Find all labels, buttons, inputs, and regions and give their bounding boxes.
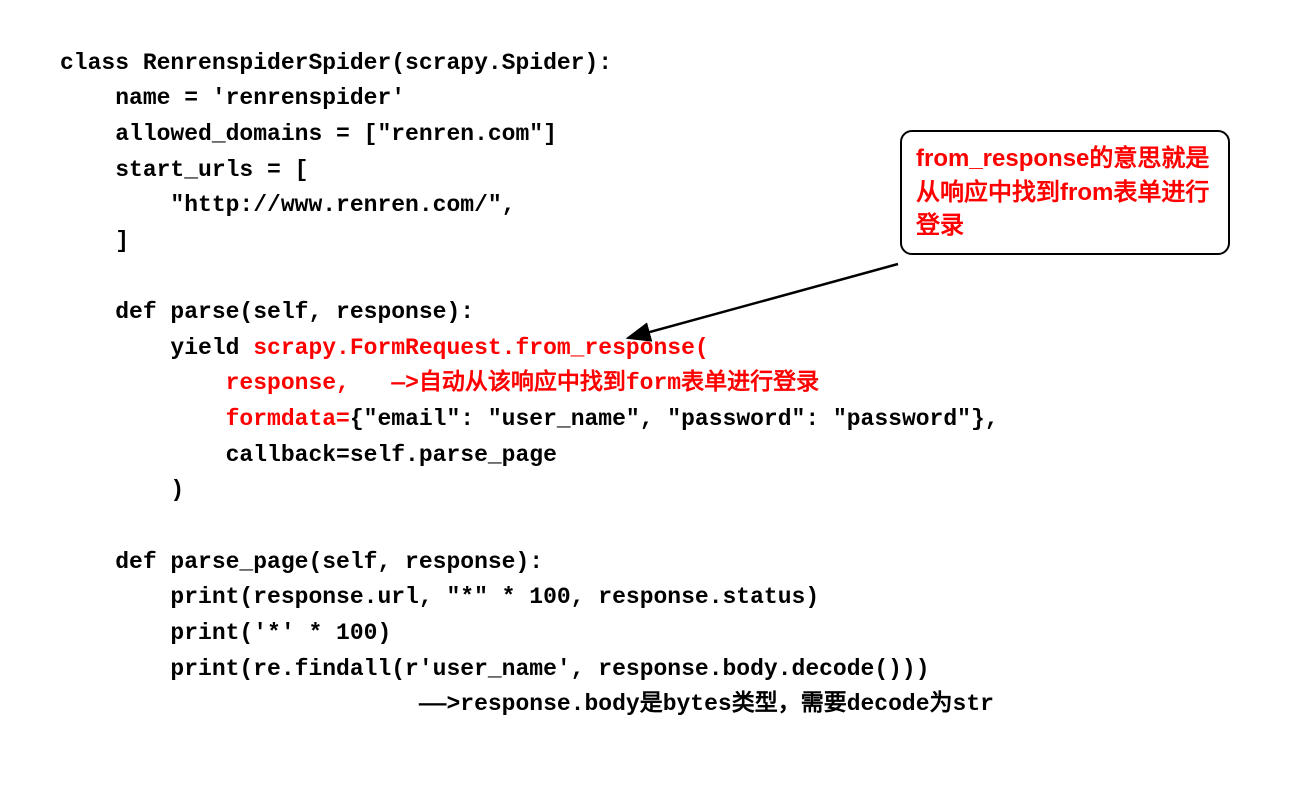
code-line: "http://www.renren.com/", — [60, 192, 515, 218]
code-line: callback=self.parse_page — [60, 442, 557, 468]
code-line: def parse_page(self, response): — [60, 549, 543, 575]
code-line: def parse(self, response): — [60, 299, 474, 325]
code-line: start_urls = [ — [60, 157, 308, 183]
code-line: allowed_domains = ["renren.com"] — [60, 121, 557, 147]
code-line: print(re.findall(r'user_name', response.… — [60, 656, 930, 682]
annotation-auto-form: —>自动从该响应中找到form表单进行登录 — [391, 370, 819, 396]
code-line: ) — [60, 477, 184, 503]
code-line: print(response.url, "*" * 100, response.… — [60, 584, 819, 610]
highlight-formrequest: scrapy.FormRequest.from_response( — [253, 335, 708, 361]
callout-text: from_response的意思就是从响应中找到from表单进行登录 — [916, 145, 1209, 239]
code-line: ] — [60, 228, 129, 254]
code-line: class RenrenspiderSpider(scrapy.Spider): — [60, 50, 612, 76]
code-line: yield scrapy.FormRequest.from_response( — [60, 335, 709, 361]
code-line: response, —>自动从该响应中找到form表单进行登录 — [60, 370, 819, 396]
code-line: formdata={"email": "user_name", "passwor… — [60, 406, 999, 432]
callout-box: from_response的意思就是从响应中找到from表单进行登录 — [900, 130, 1230, 255]
code-line: name = 'renrenspider' — [60, 85, 405, 111]
code-block: class RenrenspiderSpider(scrapy.Spider):… — [60, 10, 999, 723]
code-line: ——>response.body是bytes类型，需要decode为str — [60, 691, 994, 717]
code-line: print('*' * 100) — [60, 620, 391, 646]
